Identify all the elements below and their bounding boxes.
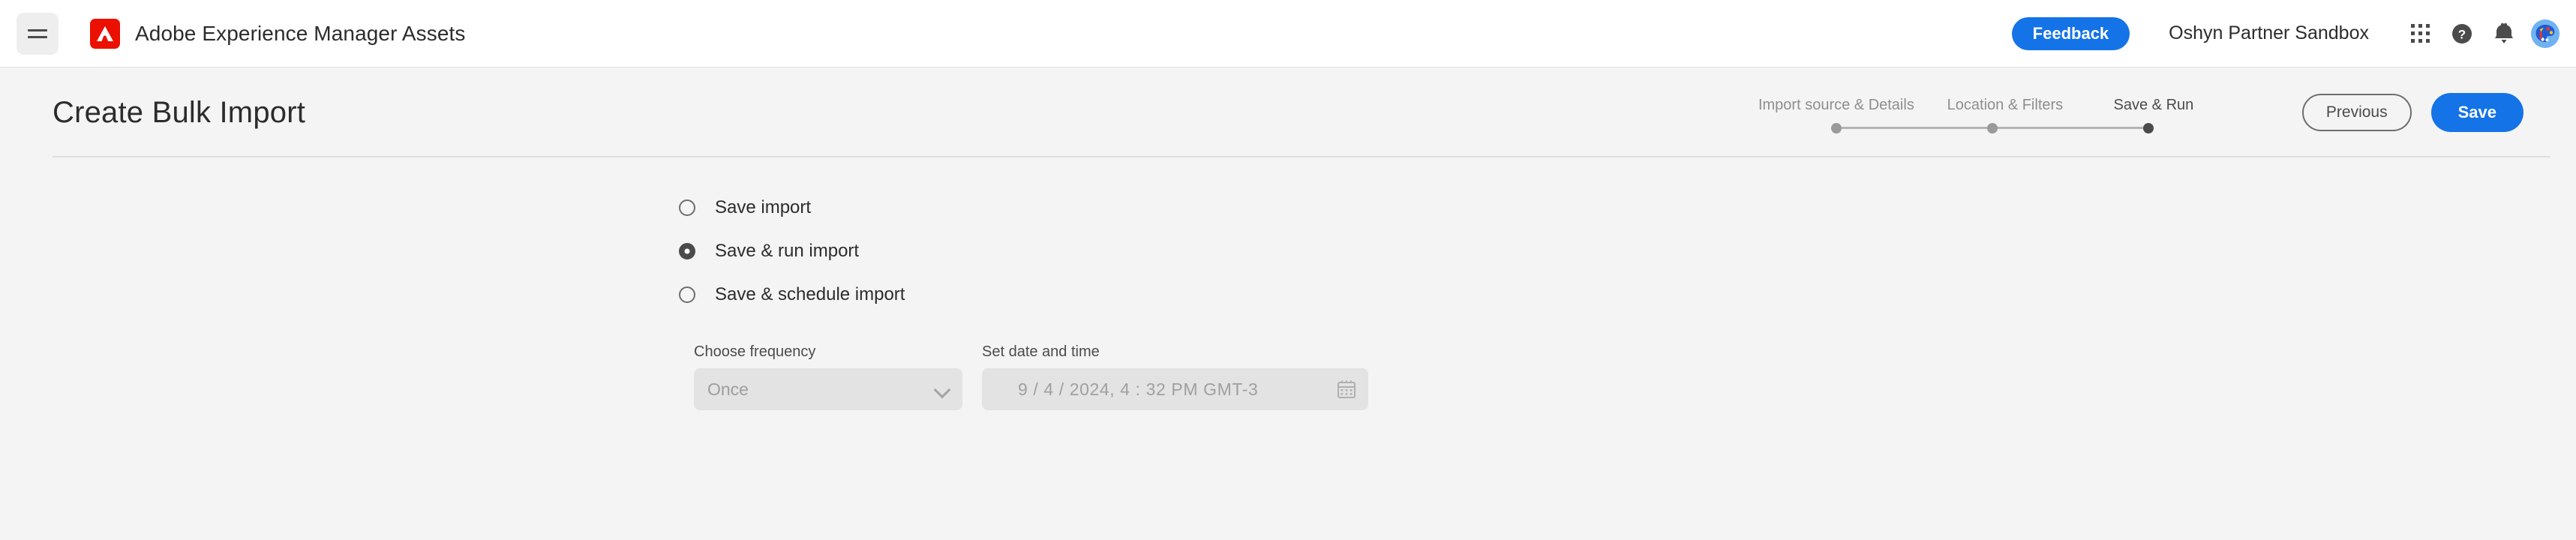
save-option-radio-group: Save import Save & run import Save & sch…: [679, 186, 2576, 316]
grid-dot: [2425, 24, 2430, 28]
grid-dot: [2425, 32, 2430, 35]
top-header-bar: Adobe Experience Manager Assets Feedback…: [0, 0, 2576, 68]
save-button[interactable]: Save: [2430, 93, 2523, 132]
step-label-save-run[interactable]: Save & Run: [2080, 97, 2227, 114]
step-connector-line: [1841, 127, 1987, 129]
datetime-input[interactable]: 9 / 4 / 2024, 4 : 32 PM GMT-3: [982, 368, 1368, 410]
frequency-field: Choose frequency Once: [694, 344, 962, 410]
radio-label: Save import: [715, 197, 812, 218]
brand: Adobe Experience Manager Assets: [90, 18, 466, 49]
radio-option-save-schedule-import[interactable]: Save & schedule import: [679, 273, 2576, 316]
previous-button[interactable]: Previous: [2301, 94, 2412, 131]
frequency-label: Choose frequency: [694, 344, 816, 360]
page-header: Create Bulk Import Import source & Detai…: [0, 68, 2576, 158]
adobe-logo-icon: [90, 18, 120, 49]
step-dot-save-run[interactable]: [2142, 122, 2154, 134]
datetime-field: Set date and time 9 / 4 / 2024, 4 : 32 P…: [982, 344, 1368, 410]
app-title: Adobe Experience Manager Assets: [135, 21, 466, 45]
step-label-location-filters[interactable]: Location & Filters: [1930, 97, 2080, 114]
datetime-label: Set date and time: [982, 344, 1100, 360]
feedback-button[interactable]: Feedback: [2011, 16, 2130, 50]
radio-option-save-import[interactable]: Save import: [679, 186, 2576, 230]
hamburger-line: [28, 35, 47, 38]
app-grid-icon[interactable]: [2399, 13, 2441, 55]
radio-option-save-run-import[interactable]: Save & run import: [679, 230, 2576, 273]
organization-name[interactable]: Oshyn Partner Sandbox: [2169, 22, 2369, 44]
radio-label: Save & schedule import: [715, 284, 905, 304]
calendar-icon[interactable]: [1337, 380, 1356, 399]
page-title: Create Bulk Import: [53, 95, 306, 129]
stepper-track: [1743, 122, 2227, 134]
hamburger-line: [28, 28, 47, 32]
schedule-fields: Choose frequency Once Set date and time …: [694, 344, 2576, 410]
radio-indicator: [679, 200, 695, 216]
grid-dot: [2418, 24, 2422, 28]
svg-text:?: ?: [2458, 27, 2466, 41]
radio-label: Save & run import: [715, 241, 860, 261]
step-dot-import-source[interactable]: [1830, 122, 1842, 134]
step-connector-line: [1997, 127, 2143, 129]
step-dot-location-filters[interactable]: [1986, 122, 1998, 134]
grid-dot: [2410, 24, 2415, 28]
wizard-stepper: Import source & Details Location & Filte…: [1743, 92, 2227, 134]
chevron-down-icon: [935, 382, 949, 396]
stepper-labels: Import source & Details Location & Filte…: [1743, 97, 2227, 114]
frequency-value: Once: [707, 379, 749, 399]
datetime-value: 9 / 4 / 2024, 4 : 32 PM GMT-3: [1018, 379, 1259, 399]
hamburger-menu-icon[interactable]: [17, 12, 59, 55]
grid-dot: [2418, 32, 2422, 35]
bell-icon[interactable]: [2483, 13, 2525, 55]
step-label-import-source[interactable]: Import source & Details: [1743, 97, 1930, 114]
top-header-actions: Feedback Oshyn Partner Sandbox ?: [2011, 13, 2559, 55]
header-divider: [53, 156, 2550, 158]
grid-dot: [2425, 39, 2430, 43]
grid-dot: [2418, 39, 2422, 43]
radio-indicator: [679, 286, 695, 303]
main-content: Save import Save & run import Save & sch…: [0, 158, 2576, 410]
help-circle-icon[interactable]: ?: [2441, 13, 2483, 55]
grid-dot: [2410, 32, 2415, 35]
frequency-select[interactable]: Once: [694, 368, 962, 410]
page-header-actions: Import source & Details Location & Filte…: [1743, 92, 2523, 134]
grid-dot: [2410, 39, 2415, 43]
radio-indicator: [679, 243, 695, 260]
user-avatar-paint-palette-icon[interactable]: [2531, 19, 2559, 48]
